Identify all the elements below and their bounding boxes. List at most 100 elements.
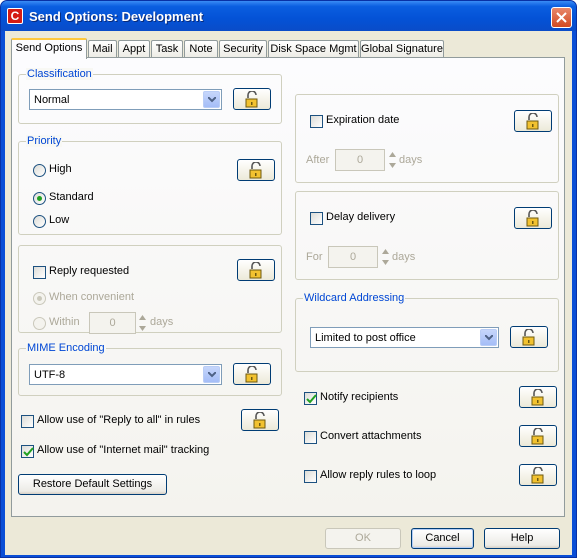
spin-arrows-icon: [382, 249, 389, 265]
delay-delivery-checkbox[interactable]: [310, 212, 323, 225]
reply-requested-label: Reply requested: [49, 265, 130, 277]
priority-high-label: High: [49, 163, 72, 175]
lock-icon: [531, 428, 544, 445]
classification-value: Normal: [34, 94, 70, 106]
wildcard-addressing-group: Wildcard Addressing Limited to post offi…: [295, 292, 559, 372]
tab-mail[interactable]: Mail: [88, 40, 117, 58]
tab-send-options[interactable]: Send Options: [11, 38, 87, 59]
chevron-down-icon[interactable]: [203, 366, 220, 383]
tab-note[interactable]: Note: [184, 40, 218, 58]
allow-internet-mail-tracking-label: Allow use of "Internet mail" tracking: [37, 444, 210, 456]
expiration-date-checkbox[interactable]: [310, 115, 323, 128]
expiration-group: Expiration date After 0 days: [295, 94, 559, 183]
chevron-down-icon[interactable]: [480, 329, 497, 346]
help-button[interactable]: Help: [484, 528, 560, 549]
reply-requested-group: Reply requested When convenient Within 0…: [18, 245, 282, 334]
lock-icon: [249, 162, 262, 179]
mime-encoding-select[interactable]: UTF-8: [29, 364, 222, 385]
priority-lock-button[interactable]: [237, 159, 275, 181]
priority-label: Priority: [26, 135, 63, 147]
allow-reply-to-all-label: Allow use of "Reply to all" in rules: [37, 414, 201, 426]
expiration-date-label: Expiration date: [326, 114, 400, 126]
send-options-panel: Classification Normal Priority High Stan…: [11, 57, 565, 517]
priority-low-label: Low: [49, 214, 70, 226]
expiration-days-input[interactable]: 0: [335, 149, 385, 171]
mime-encoding-label: MIME Encoding: [26, 342, 106, 354]
checkmark-icon: [306, 394, 317, 404]
lock-icon: [245, 366, 258, 383]
within-days-unit: days: [150, 316, 174, 328]
classification-select[interactable]: Normal: [29, 89, 222, 110]
lock-icon: [531, 389, 544, 406]
allow-internet-mail-tracking-checkbox[interactable]: [21, 445, 34, 458]
priority-high-radio[interactable]: [33, 164, 46, 177]
allow-reply-rules-loop-checkbox[interactable]: [304, 470, 317, 483]
app-icon: C: [7, 8, 23, 24]
lock-icon: [245, 91, 258, 108]
close-button[interactable]: [551, 7, 572, 28]
classification-lock-button[interactable]: [233, 88, 271, 110]
restore-default-settings-button[interactable]: Restore Default Settings: [18, 474, 167, 495]
priority-standard-label: Standard: [49, 191, 94, 203]
window-title: Send Options: Development: [29, 9, 204, 24]
notify-lock-button[interactable]: [519, 386, 557, 408]
within-radio[interactable]: [33, 317, 46, 330]
delay-days-unit: days: [392, 251, 416, 263]
reply-requested-checkbox[interactable]: [33, 266, 46, 279]
mime-encoding-value: UTF-8: [34, 369, 66, 381]
chevron-down-icon[interactable]: [203, 91, 220, 108]
convert-attachments-label: Convert attachments: [320, 430, 422, 442]
tab-global-signature[interactable]: Global Signature: [360, 40, 444, 58]
within-days-input[interactable]: 0: [89, 312, 136, 334]
lock-icon: [531, 467, 544, 484]
wildcard-addressing-label: Wildcard Addressing: [303, 292, 406, 304]
lock-icon: [522, 329, 535, 346]
allow-reply-rules-loop-label: Allow reply rules to loop: [320, 469, 437, 481]
priority-low-radio[interactable]: [33, 215, 46, 228]
convert-attachments-checkbox[interactable]: [304, 431, 317, 444]
spin-arrows-icon: [139, 315, 146, 331]
expiration-lock-button[interactable]: [514, 110, 552, 132]
lock-icon: [526, 113, 539, 130]
reply-lock-button[interactable]: [237, 259, 275, 281]
close-icon: [556, 12, 567, 23]
priority-standard-radio[interactable]: [33, 192, 46, 205]
tab-disk-space-mgmt[interactable]: Disk Space Mgmt: [268, 40, 359, 58]
tab-appt[interactable]: Appt: [118, 40, 150, 58]
title-bar[interactable]: C Send Options: Development: [1, 1, 576, 31]
ok-button[interactable]: OK: [325, 528, 401, 549]
notify-recipients-checkbox[interactable]: [304, 392, 317, 405]
expiration-spinner[interactable]: [387, 149, 398, 171]
within-spinner[interactable]: [137, 312, 148, 334]
delay-delivery-label: Delay delivery: [326, 211, 396, 223]
delay-spinner[interactable]: [380, 246, 391, 268]
expiration-days-unit: days: [399, 154, 423, 166]
notify-recipients-label: Notify recipients: [320, 391, 399, 403]
lock-icon: [249, 262, 262, 279]
tab-task[interactable]: Task: [151, 40, 183, 58]
cancel-button[interactable]: Cancel: [411, 528, 474, 549]
wildcard-addressing-value: Limited to post office: [315, 332, 416, 344]
when-convenient-label: When convenient: [49, 291, 134, 303]
delay-days-input[interactable]: 0: [328, 246, 378, 268]
when-convenient-radio[interactable]: [33, 292, 46, 305]
delay-lock-button[interactable]: [514, 207, 552, 229]
wildcard-lock-button[interactable]: [510, 326, 548, 348]
spin-arrows-icon: [389, 152, 396, 168]
convert-lock-button[interactable]: [519, 425, 557, 447]
wildcard-addressing-select[interactable]: Limited to post office: [310, 327, 499, 348]
expiration-after-label: After: [306, 154, 330, 166]
classification-group: Classification Normal: [18, 68, 282, 124]
priority-group: Priority High Standard Low: [18, 135, 282, 235]
lock-icon: [526, 210, 539, 227]
within-label: Within: [49, 316, 80, 328]
loop-lock-button[interactable]: [519, 464, 557, 486]
mime-encoding-group: MIME Encoding UTF-8: [18, 342, 282, 396]
mime-lock-button[interactable]: [233, 363, 271, 385]
allow-reply-to-all-checkbox[interactable]: [21, 415, 34, 428]
dialog-body: Send Options Mail Appt Task Note Securit…: [5, 31, 572, 555]
delay-delivery-group: Delay delivery For 0 days: [295, 191, 559, 280]
tab-security[interactable]: Security: [219, 40, 267, 58]
reply-to-all-lock-button[interactable]: [241, 409, 279, 431]
checkmark-icon: [23, 447, 34, 457]
